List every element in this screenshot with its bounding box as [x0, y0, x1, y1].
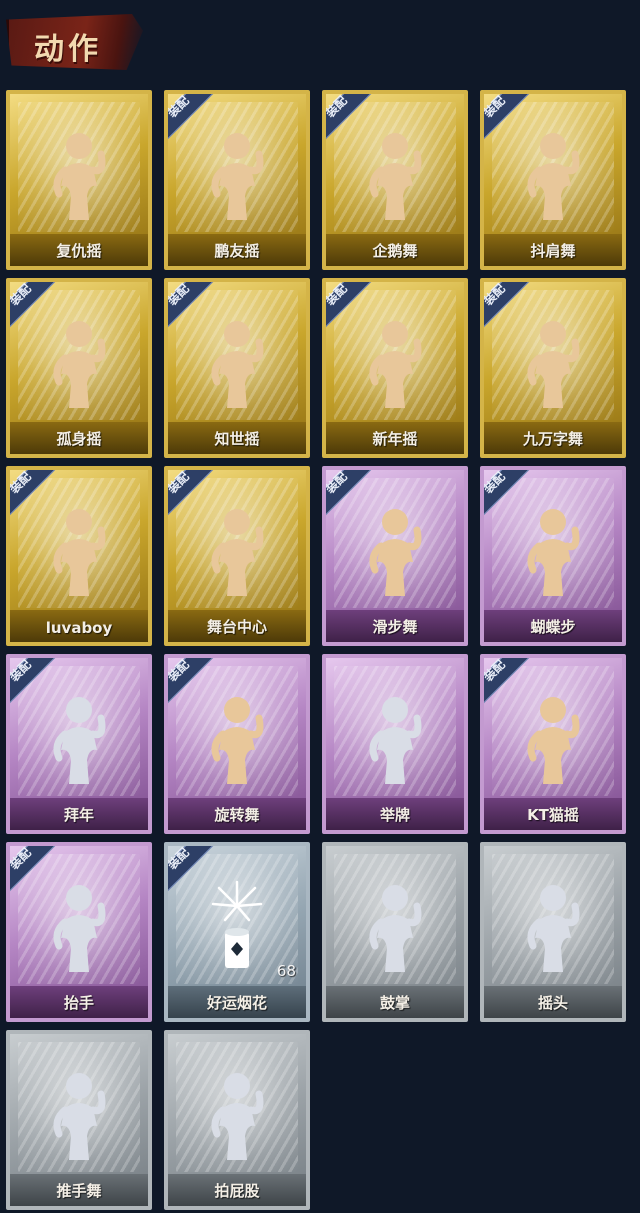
card-label: 蝴蝶步: [530, 618, 576, 636]
equipped-badge: 装配: [10, 658, 60, 708]
card-label: KT猫摇: [527, 806, 579, 824]
equipped-badge: 装配: [326, 470, 376, 520]
action-card[interactable]: 摇头: [480, 842, 626, 1022]
dance-pose-icon: [211, 1073, 264, 1160]
action-card[interactable]: 拜年 装配: [6, 654, 152, 834]
action-card[interactable]: 拍屁股: [164, 1030, 310, 1210]
section-header: 动作: [6, 6, 143, 76]
card-label: 舞台中心: [206, 618, 267, 636]
equipped-badge: 装配: [484, 94, 534, 144]
dance-pose-icon: [369, 697, 422, 784]
card-label: 复仇摇: [56, 242, 102, 260]
action-card[interactable]: 抖肩舞 装配: [480, 90, 626, 270]
card-label: 新年摇: [372, 430, 418, 448]
action-card[interactable]: 抬手 装配: [6, 842, 152, 1022]
action-card[interactable]: 九万字舞 装配: [480, 278, 626, 458]
card-label: 拍屁股: [214, 1182, 260, 1200]
card-label: 鹏友摇: [214, 242, 260, 260]
equipped-badge: 装配: [168, 94, 218, 144]
action-card[interactable]: 旋转舞 装配: [164, 654, 310, 834]
equipped-badge: 装配: [10, 282, 60, 332]
action-card[interactable]: 企鹅舞 装配: [322, 90, 468, 270]
action-card[interactable]: 新年摇 装配: [322, 278, 468, 458]
action-card[interactable]: 蝴蝶步 装配: [480, 466, 626, 646]
card-label: 旋转舞: [214, 806, 260, 824]
action-card[interactable]: luvaboy 装配: [6, 466, 152, 646]
action-card[interactable]: 舞台中心 装配: [164, 466, 310, 646]
dance-pose-icon: [527, 885, 580, 972]
card-label: 拜年: [63, 806, 94, 824]
card-label: 孤身摇: [56, 430, 102, 448]
action-card[interactable]: 68 好运烟花 装配: [164, 842, 310, 1022]
card-label: 知世摇: [214, 430, 260, 448]
dance-pose-icon: [53, 1073, 106, 1160]
action-card[interactable]: 推手舞: [6, 1030, 152, 1210]
card-label: 滑步舞: [372, 618, 418, 636]
card-label: 抬手: [63, 994, 94, 1012]
equipped-badge: 装配: [10, 846, 60, 896]
equipped-badge: 装配: [484, 282, 534, 332]
card-label: 鼓掌: [379, 994, 410, 1012]
equipped-badge: 装配: [484, 658, 534, 708]
card-label: 举牌: [379, 806, 410, 824]
card-label: 企鹅舞: [372, 242, 418, 260]
dance-pose-icon: [53, 133, 106, 220]
equipped-badge: 装配: [168, 846, 218, 896]
action-card[interactable]: 滑步舞 装配: [322, 466, 468, 646]
equipped-badge: 装配: [326, 94, 376, 144]
card-label: 摇头: [537, 994, 568, 1012]
equipped-badge: 装配: [10, 470, 60, 520]
equipped-badge: 装配: [168, 282, 218, 332]
dance-pose-icon: [369, 885, 422, 972]
card-label: 九万字舞: [522, 430, 583, 448]
card-label: 抖肩舞: [530, 242, 576, 260]
action-card[interactable]: 孤身摇 装配: [6, 278, 152, 458]
equipped-badge: 装配: [168, 658, 218, 708]
item-count: 68: [276, 962, 296, 980]
action-card[interactable]: 鼓掌: [322, 842, 468, 1022]
action-card[interactable]: 复仇摇: [6, 90, 152, 270]
card-label: 推手舞: [56, 1182, 102, 1200]
equipped-badge: 装配: [484, 470, 534, 520]
action-card[interactable]: 知世摇 装配: [164, 278, 310, 458]
action-panel: 动作 复仇摇 鹏友摇 装配 企鹅舞 装配 抖肩舞 装配 孤身摇 装配 知世摇 装配 新年摇 装配 九万字舞…: [0, 0, 640, 1213]
card-label: 好运烟花: [206, 994, 267, 1012]
action-card[interactable]: 举牌: [322, 654, 468, 834]
section-title: 动作: [34, 32, 102, 67]
equipped-badge: 装配: [326, 282, 376, 332]
action-card[interactable]: KT猫摇 装配: [480, 654, 626, 834]
equipped-badge: 装配: [168, 470, 218, 520]
card-label: luvaboy: [45, 619, 113, 637]
action-card[interactable]: 鹏友摇 装配: [164, 90, 310, 270]
